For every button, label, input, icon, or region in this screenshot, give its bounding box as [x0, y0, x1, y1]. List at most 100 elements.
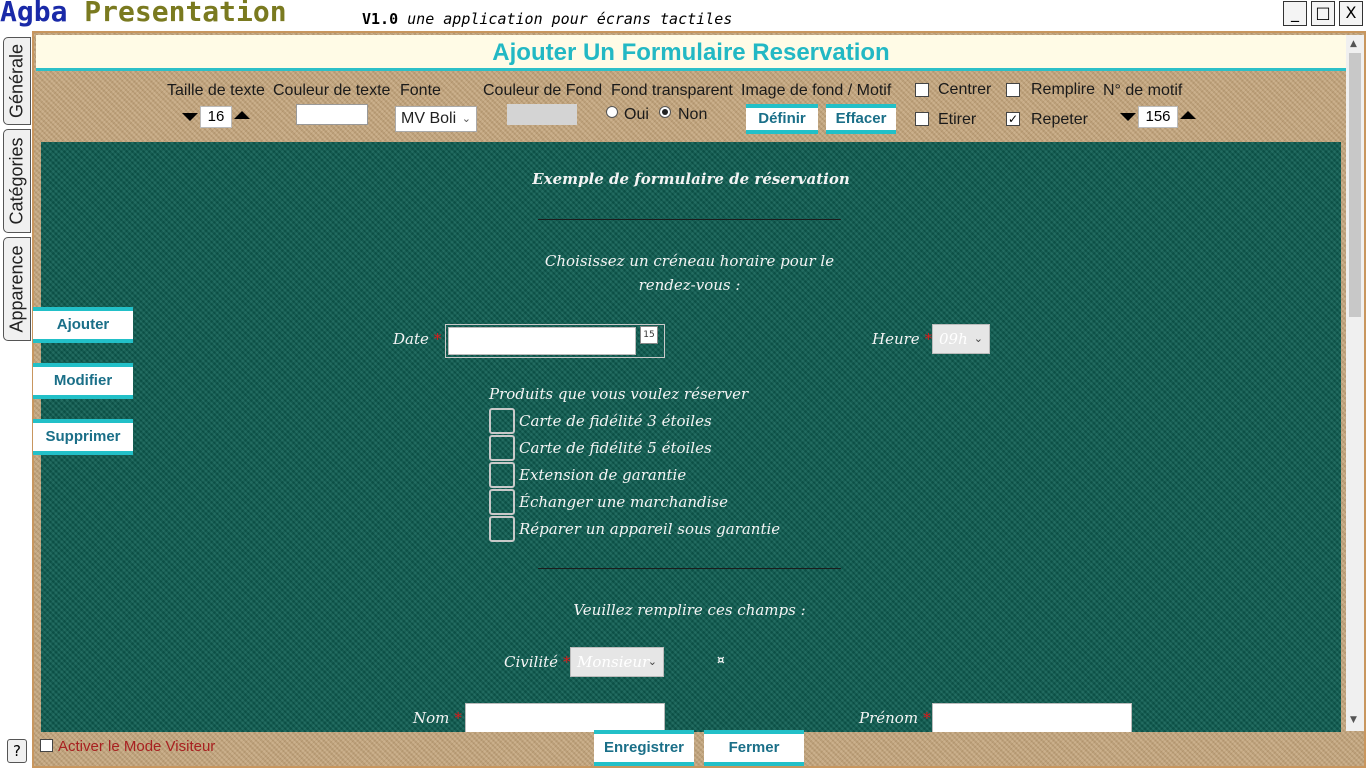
firstname-label-text: Prénom — [859, 709, 919, 727]
bg-color-label: Couleur de Fond — [483, 82, 603, 99]
divider-top — [538, 219, 841, 220]
header-band: Ajouter Un Formulaire Reservation — [36, 35, 1346, 71]
help-button[interactable]: ? — [7, 739, 27, 763]
main-panel: Ajouter Un Formulaire Reservation ▲ ▼ Ta… — [32, 31, 1366, 768]
fill-prompt: Veuillez remplire ces champs : — [573, 601, 806, 619]
fill-checkbox[interactable] — [1006, 83, 1020, 97]
divider-middle — [538, 568, 841, 569]
name-label-text: Nom — [413, 709, 450, 727]
scroll-down-icon[interactable]: ▼ — [1350, 715, 1357, 725]
save-button[interactable]: Enregistrer — [594, 730, 694, 766]
civility-select[interactable]: Monsieur ⌄ — [570, 647, 664, 677]
stretch-checkbox[interactable] — [915, 112, 929, 126]
slot-prompt-line2: rendez-vous : — [638, 276, 741, 294]
close-form-button[interactable]: Fermer — [704, 730, 804, 766]
civility-select-value: Monsieur — [577, 653, 650, 671]
center-label: Centrer — [938, 81, 992, 98]
visitor-mode-label: Activer le Mode Visiteur — [58, 738, 216, 755]
pattern-number-label: N° de motif — [1103, 82, 1183, 99]
tab-generale-label: Générale — [6, 43, 27, 119]
civility-label: Civilité * — [504, 653, 571, 671]
visitor-mode-checkbox[interactable] — [40, 739, 53, 752]
product-label-1: Carte de fidélité 3 étoiles — [519, 412, 712, 430]
transparent-yes-radio[interactable] — [606, 106, 618, 118]
text-size-increase-icon[interactable] — [234, 111, 250, 119]
minimize-button[interactable]: _ — [1283, 1, 1307, 26]
pattern-number-value[interactable]: 156 — [1138, 106, 1178, 128]
add-button[interactable]: Ajouter — [33, 307, 133, 343]
app-name-agba: Agba — [0, 0, 68, 28]
bg-color-swatch[interactable] — [507, 104, 577, 125]
product-label-3: Extension de garantie — [519, 466, 687, 484]
define-button[interactable]: Définir — [746, 104, 818, 134]
transparent-no-label: Non — [678, 106, 708, 123]
date-field-frame: 15 — [445, 324, 665, 358]
app-name: Agba Presentation — [0, 0, 287, 28]
form-preview-canvas: Exemple de formulaire de réservation Cho… — [41, 142, 1341, 732]
title-bar: Agba Presentation V1.0 une application p… — [0, 0, 1366, 32]
product-label-4: Échanger une marchandise — [519, 493, 728, 511]
font-select-value: MV Boli — [401, 110, 457, 127]
product-label-5: Réparer un appareil sous garantie — [519, 520, 781, 538]
firstname-input[interactable] — [932, 703, 1132, 732]
scroll-thumb[interactable] — [1349, 53, 1361, 317]
text-size-value[interactable]: 16 — [200, 106, 232, 128]
hour-select[interactable]: 09h ⌄ — [932, 324, 990, 354]
app-tagline: une application pour écrans tactiles — [407, 10, 733, 28]
font-select[interactable]: MV Boli ⌄ — [395, 106, 477, 132]
date-label: Date * — [393, 330, 441, 348]
vertical-scrollbar[interactable]: ▲ ▼ — [1346, 35, 1364, 731]
chevron-down-icon: ⌄ — [647, 655, 657, 668]
app-name-presentation: Presentation — [84, 0, 287, 28]
required-mark: * — [923, 709, 931, 727]
name-label: Nom * — [413, 709, 462, 727]
close-window-button[interactable]: X — [1339, 1, 1363, 26]
maximize-button[interactable]: □ — [1311, 1, 1335, 26]
tab-categories[interactable]: Catégories — [3, 129, 31, 233]
date-input[interactable] — [448, 327, 636, 355]
bg-image-label: Image de fond / Motif — [741, 82, 892, 99]
product-checkbox-5[interactable] — [489, 516, 515, 542]
chevron-down-icon: ⌄ — [461, 113, 471, 125]
pattern-increase-icon[interactable] — [1180, 111, 1196, 119]
product-checkbox-4[interactable] — [489, 489, 515, 515]
tab-categories-label: Catégories — [6, 137, 27, 225]
product-checkbox-3[interactable] — [489, 462, 515, 488]
products-heading: Produits que vous voulez réserver — [489, 385, 749, 403]
transparent-no-radio[interactable] — [659, 106, 671, 118]
transparent-yes-label: Oui — [624, 106, 649, 123]
pattern-decrease-icon[interactable] — [1120, 113, 1136, 121]
hour-select-value: 09h — [939, 330, 968, 348]
hour-label: Heure * — [872, 330, 932, 348]
repeat-checkbox[interactable]: ✓ — [1006, 112, 1020, 126]
form-title: Exemple de formulaire de réservation — [532, 170, 850, 188]
edit-button[interactable]: Modifier — [33, 363, 133, 399]
stretch-label: Etirer — [938, 111, 977, 128]
tab-generale[interactable]: Générale — [3, 37, 31, 125]
page-title: Ajouter Un Formulaire Reservation — [492, 39, 890, 66]
civility-marker: ¤ — [717, 653, 725, 667]
text-size-decrease-icon[interactable] — [182, 113, 198, 121]
firstname-label: Prénom * — [859, 709, 931, 727]
fill-label: Remplire — [1031, 81, 1096, 98]
product-checkbox-1[interactable] — [489, 408, 515, 434]
product-checkbox-2[interactable] — [489, 435, 515, 461]
chevron-down-icon: ⌄ — [973, 332, 983, 345]
calendar-icon[interactable]: 15 — [640, 326, 658, 344]
app-version: V1.0 une application pour écrans tactile… — [362, 10, 732, 28]
font-label: Fonte — [400, 82, 441, 99]
tab-apparence[interactable]: Apparence — [3, 237, 31, 341]
text-color-swatch[interactable] — [296, 104, 368, 125]
product-label-2: Carte de fidélité 5 étoiles — [519, 439, 712, 457]
required-mark: * — [433, 330, 442, 348]
delete-button[interactable]: Supprimer — [33, 419, 133, 455]
clear-button[interactable]: Effacer — [826, 104, 896, 134]
repeat-label: Repeter — [1031, 111, 1088, 128]
scroll-up-icon[interactable]: ▲ — [1350, 39, 1357, 49]
hour-label-text: Heure — [872, 330, 920, 348]
center-checkbox[interactable] — [915, 83, 929, 97]
text-color-label: Couleur de texte — [273, 82, 391, 99]
name-input[interactable] — [465, 703, 665, 732]
transparent-bg-label: Fond transparent — [611, 82, 733, 99]
text-size-label: Taille de texte — [167, 82, 265, 99]
